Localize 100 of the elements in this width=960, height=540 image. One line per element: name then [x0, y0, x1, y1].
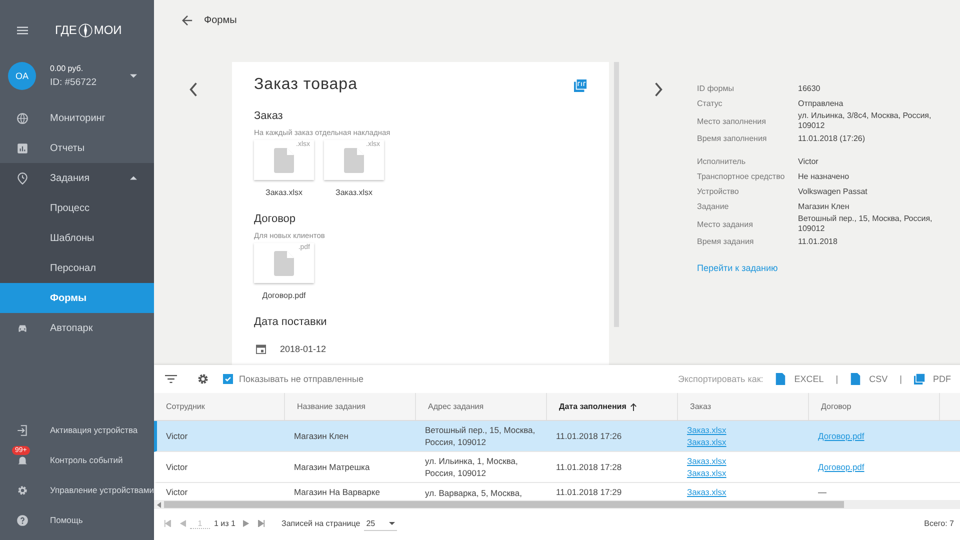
document-icon	[344, 148, 364, 172]
column-header[interactable]: Дата заполнения	[547, 393, 678, 420]
caret-icon	[130, 176, 137, 180]
file-link[interactable]: Заказ.xlsx	[687, 425, 726, 435]
file-link[interactable]: Заказ.xlsx	[687, 437, 726, 447]
export-option[interactable]: CSV	[869, 374, 888, 384]
detail-value: Магазин Клен	[798, 202, 850, 212]
detail-label: Статус	[697, 99, 724, 108]
file-link[interactable]: Заказ.xlsx	[687, 456, 726, 466]
detail-value: Отправлена	[798, 98, 844, 108]
nav-icon	[16, 172, 29, 184]
column-header[interactable]: Заказ	[678, 393, 809, 420]
detail-label: ID формы	[697, 84, 735, 93]
sidebar-item[interactable]: Задания	[0, 163, 154, 193]
file-name: Заказ.xlsx	[266, 188, 302, 197]
sidebar-item[interactable]: Мониторинг	[0, 103, 154, 133]
table-cell: 11.01.2018 17:28	[556, 462, 622, 472]
detail-label: Транспортное средство	[697, 172, 786, 181]
detail-value: Volkswagen Passat	[798, 186, 868, 196]
checkbox-label: Показывать не отправленные	[239, 374, 364, 384]
detail-label: Время заполнения	[697, 134, 768, 143]
last-page-icon[interactable]	[258, 520, 266, 527]
menu-icon[interactable]	[17, 26, 28, 34]
rows-per-page-select[interactable]: 25	[364, 516, 398, 530]
file-link[interactable]: Заказ.xlsx	[687, 487, 726, 497]
compass-icon	[78, 22, 93, 38]
sidebar-subitem[interactable]: Шаблоны	[0, 223, 154, 253]
export-option[interactable]: EXCEL	[794, 374, 824, 384]
detail-value: Victor	[798, 156, 820, 166]
calendar-icon[interactable]	[256, 344, 266, 354]
sidebar-item[interactable]: Отчеты	[0, 133, 154, 163]
next-page-icon[interactable]	[243, 520, 250, 527]
nav-icon	[16, 514, 29, 526]
next-chevron-icon[interactable]	[654, 82, 662, 97]
sidebar-item[interactable]: Помощь	[0, 505, 154, 535]
detail-value: 11.01.2018 (17:26)	[798, 134, 866, 144]
logo-text: ГДЕ	[55, 23, 77, 37]
detail-value: Ветошный пер., 15, Москва, Россия, 109012	[798, 214, 934, 234]
rows-per-page-label: Записей на странице	[281, 519, 360, 528]
table-row[interactable]: Victor Магазин Матрешка ул. Ильинка, 1, Москва, Россия, 109012 11.01.2018 17:28 Заказ.xlsx Заказ.xlsx Договор.pdf	[154, 452, 960, 483]
go-to-task-link[interactable]: Перейти к заданию	[697, 263, 778, 273]
nav-icon	[16, 424, 29, 436]
table-cell: Victor	[166, 462, 188, 472]
sidebar-item[interactable]: Автопарк	[0, 313, 154, 343]
sidebar-subitem[interactable]: Персонал	[0, 253, 154, 283]
sidebar-subitem[interactable]: Формы	[0, 283, 154, 313]
account-id: ID: #56722	[50, 77, 98, 88]
separator: |	[836, 374, 838, 384]
file-link[interactable]: Заказ.xlsx	[687, 468, 726, 478]
table-cell-text: ул. Варварка, 5, Москва,	[425, 487, 523, 499]
back-arrow-icon[interactable]	[182, 15, 193, 26]
document-icon	[274, 148, 294, 172]
column-header[interactable]: Договор	[809, 393, 940, 420]
pdf-icon[interactable]	[914, 373, 925, 385]
sidebar-item[interactable]: Управление устройствами	[0, 475, 154, 505]
total-count: Всего: 7	[924, 519, 954, 528]
logo-text: МОИ	[94, 23, 122, 37]
detail-label: Исполнитель	[697, 157, 747, 166]
settings-icon[interactable]	[197, 373, 209, 385]
previous-chevron-icon[interactable]	[188, 82, 198, 97]
detail-label: Место заполнения	[697, 116, 767, 126]
nav-icon	[16, 112, 29, 124]
table-cell-text: ул. Ильинка, 1, Москва, Россия, 109012	[425, 455, 519, 479]
scrollbar-thumb[interactable]	[164, 501, 844, 508]
scroll-left-icon[interactable]	[157, 502, 161, 508]
file-link[interactable]: Договор.pdf	[818, 431, 864, 441]
checkbox[interactable]	[223, 374, 233, 384]
scrollbar-thumb[interactable]	[614, 62, 619, 327]
detail-value: ул. Ильинка, 3/8с4, Москва, Россия, 109012	[798, 111, 932, 131]
detail-label: Задание	[697, 202, 730, 211]
file-icon[interactable]	[775, 373, 786, 385]
pdf-icon[interactable]	[574, 78, 587, 92]
column-header[interactable]: Адрес задания	[416, 393, 547, 420]
sort-arrow-icon	[630, 402, 638, 410]
sidebar-item[interactable]: Активация устройства	[0, 415, 154, 445]
sidebar-subitem[interactable]: Процесс	[0, 193, 154, 223]
first-page-icon[interactable]	[164, 520, 171, 527]
caret-icon[interactable]	[130, 74, 137, 78]
avatar: OA	[8, 62, 36, 90]
column-header[interactable]: Название задания	[285, 393, 416, 420]
table-cell: Магазин Клен	[294, 431, 348, 441]
table-cell: Victor	[166, 487, 188, 497]
export-label: Экспортировать как:	[678, 374, 764, 384]
column-header[interactable]: Сотрудник	[154, 393, 285, 420]
table-cell: Магазин На Варварке	[294, 487, 380, 497]
filter-icon[interactable]	[165, 373, 177, 385]
section-title: Заказ	[254, 110, 284, 122]
table-cell-text: Ветошный пер., 15, Москва, Россия, 109012	[425, 424, 536, 448]
detail-value: Не назначено	[798, 172, 850, 182]
table-cell: 11.01.2018 17:26	[556, 431, 622, 441]
previous-page-icon[interactable]	[179, 520, 186, 527]
page-count: 1 из 1	[214, 519, 236, 528]
date-value: 2018-01-12	[280, 344, 326, 354]
table-row[interactable]: Victor Магазин Клен Ветошный пер., 15, Москва, Россия, 109012 11.01.2018 17:26 Заказ.xlsx Заказ.xlsx Договор.pdf	[154, 421, 960, 452]
table-cell: Victor	[166, 431, 188, 441]
export-option[interactable]: PDF	[933, 374, 951, 384]
detail-value: 11.01.2018	[798, 236, 838, 246]
file-icon[interactable]	[850, 373, 862, 385]
file-link[interactable]: Договор.pdf	[818, 462, 864, 472]
file-name: Договор.pdf	[262, 291, 306, 300]
